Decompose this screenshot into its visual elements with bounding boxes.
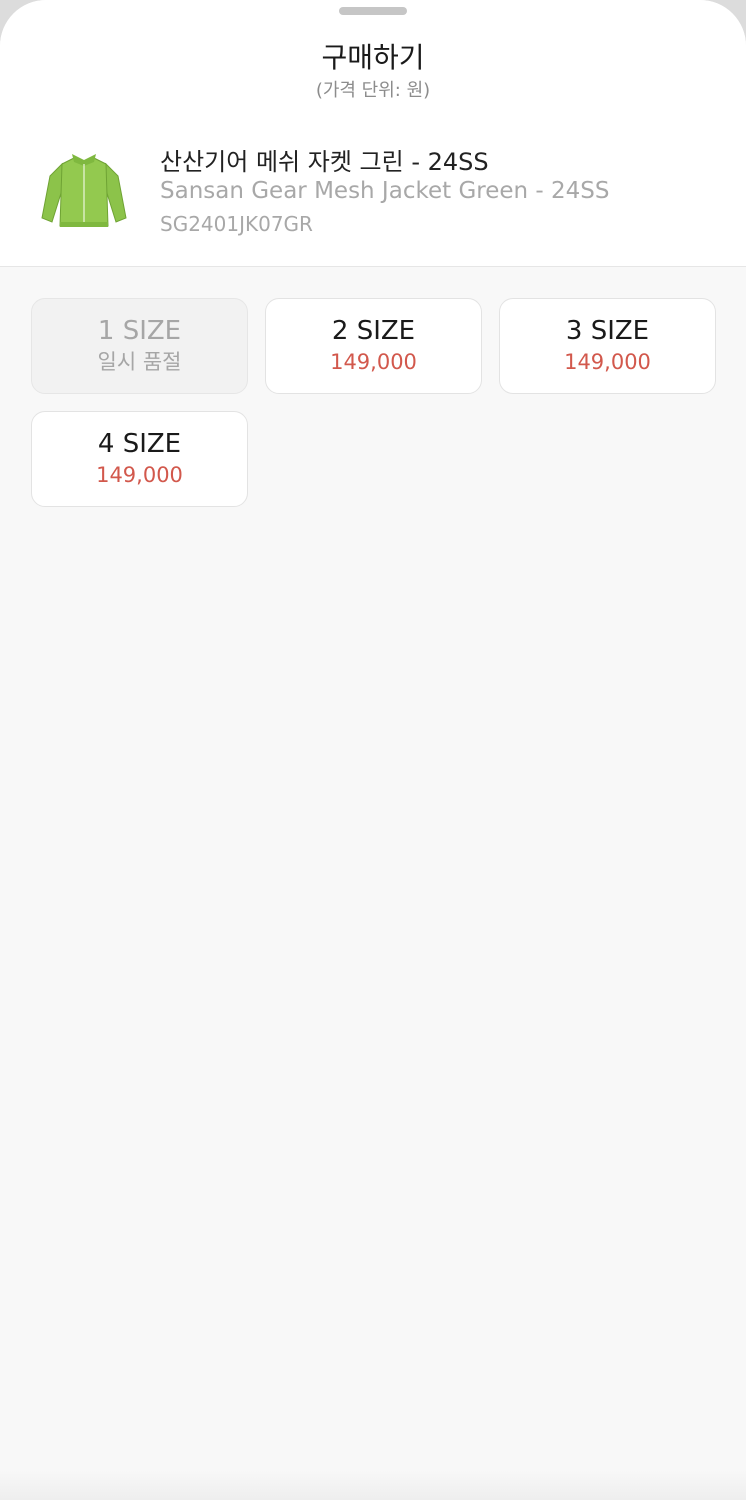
jacket-icon	[36, 142, 132, 238]
size-price: 149,000	[564, 350, 651, 374]
product-sku: SG2401JK07GR	[160, 212, 313, 236]
size-option-1[interactable]: 1 SIZE 일시 품절	[31, 298, 248, 394]
size-price: 149,000	[96, 463, 183, 487]
size-option-4[interactable]: 4 SIZE 149,000	[31, 411, 248, 507]
size-price: 149,000	[330, 350, 417, 374]
product-name-en: Sansan Gear Mesh Jacket Green - 24SS	[160, 178, 610, 204]
size-label: 4 SIZE	[97, 429, 182, 459]
size-option-3[interactable]: 3 SIZE 149,000	[499, 298, 716, 394]
size-option-2[interactable]: 2 SIZE 149,000	[265, 298, 482, 394]
product-name-ko: 산산기어 메쉬 자켓 그린 - 24SS	[160, 148, 489, 176]
size-label: 1 SIZE	[97, 316, 182, 346]
purchase-sheet: 구매하기 (가격 단위: 원) 산산기어 메쉬 자켓 그린 - 24SS San…	[0, 0, 746, 1500]
page-title: 구매하기	[321, 41, 425, 74]
soldout-label: 일시 품절	[97, 350, 182, 374]
size-label: 2 SIZE	[331, 316, 416, 346]
drag-handle[interactable]	[339, 7, 407, 15]
sheet-header: 구매하기 (가격 단위: 원) 산산기어 메쉬 자켓 그린 - 24SS San…	[0, 0, 746, 267]
size-label: 3 SIZE	[565, 316, 650, 346]
size-options: 1 SIZE 일시 품절 2 SIZE 149,000 3 SIZE 149,0…	[31, 298, 716, 507]
price-unit-note: (가격 단위: 원)	[315, 80, 431, 101]
bottom-fade	[0, 1470, 746, 1500]
product-summary: 산산기어 메쉬 자켓 그린 - 24SS Sansan Gear Mesh Ja…	[0, 130, 746, 250]
